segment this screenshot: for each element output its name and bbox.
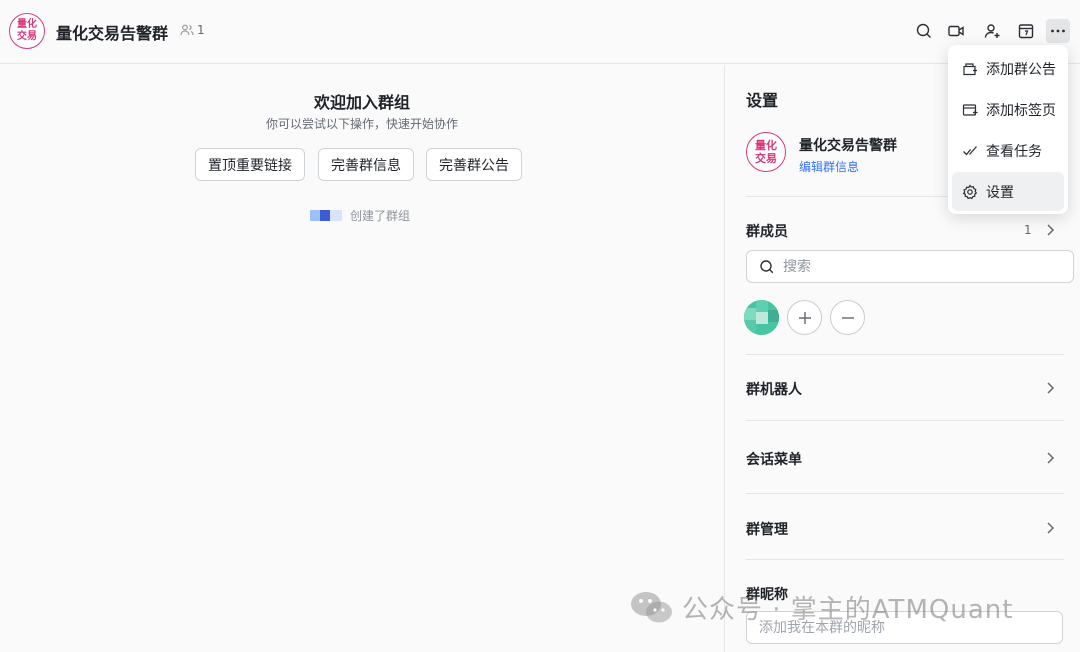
members-count: 1 [1024, 223, 1032, 237]
user-avatar-pixelated[interactable] [310, 210, 342, 221]
menu-settings[interactable]: 设置 [952, 172, 1064, 211]
member-count[interactable]: 1 [180, 23, 205, 37]
system-message: 创建了群组 [310, 207, 410, 224]
add-member-icon [984, 24, 1000, 38]
wechat-icon [631, 591, 672, 622]
settings-group-name: 量化交易告警群 [799, 138, 897, 154]
chat-area: 欢迎加入群组 你可以尝试以下操作，快速开始协作 置顶重要链接 完善群信息 完善群… [0, 65, 724, 652]
welcome-subtitle: 你可以尝试以下操作，快速开始协作 [265, 117, 458, 131]
chevron-right-icon[interactable] [1043, 223, 1057, 237]
complete-info-button[interactable]: 完善群信息 [318, 148, 414, 181]
more-icon [1051, 29, 1065, 33]
member-avatar[interactable] [744, 300, 779, 335]
add-tab-icon [962, 103, 978, 116]
announcement-icon [963, 62, 977, 75]
settings-title: 设置 [746, 91, 779, 110]
menu-view-tasks[interactable]: 查看任务 [952, 131, 1064, 170]
plus-icon [798, 311, 811, 324]
chat-header: 量化交易 量化交易告警群 1 [0, 0, 1080, 64]
bots-row[interactable]: 群机器人 [746, 379, 802, 399]
pin-links-button[interactable]: 置顶重要链接 [195, 148, 305, 181]
more-menu: 添加群公告 添加标签页 查看任务 设置 [948, 45, 1068, 214]
remove-member-circle-button[interactable] [830, 300, 865, 335]
video-icon [948, 25, 964, 37]
add-member-button[interactable] [980, 19, 1004, 43]
members-label[interactable]: 群成员 [746, 221, 788, 241]
welcome-title: 欢迎加入群组 [313, 93, 410, 112]
search-icon [916, 23, 931, 38]
divider [746, 420, 1064, 421]
watermark: 公众号 · 掌主的ATMQuant [630, 589, 1013, 626]
group-avatar[interactable]: 量化交易 [9, 13, 45, 49]
search-icon [760, 259, 774, 273]
session-menu-row[interactable]: 会话菜单 [746, 449, 802, 469]
add-member-circle-button[interactable] [787, 300, 822, 335]
members-icon [180, 24, 194, 36]
member-search-box[interactable] [746, 250, 1074, 283]
divider [746, 354, 1064, 355]
divider [746, 493, 1064, 494]
chevron-right-icon[interactable] [1043, 521, 1057, 535]
minus-icon [841, 316, 854, 319]
divider [746, 559, 1064, 560]
more-button[interactable] [1046, 19, 1070, 43]
settings-group-avatar[interactable]: 量化交易 [746, 132, 786, 172]
chevron-right-icon[interactable] [1043, 381, 1057, 395]
calendar-icon [1018, 24, 1034, 39]
calendar-button[interactable] [1014, 19, 1038, 43]
menu-add-tab[interactable]: 添加标签页 [952, 90, 1064, 129]
chat-title[interactable]: 量化交易告警群 [56, 20, 168, 44]
complete-announcement-button[interactable]: 完善群公告 [426, 148, 522, 181]
video-call-button[interactable] [944, 19, 968, 43]
chevron-right-icon[interactable] [1043, 451, 1057, 465]
menu-add-announcement[interactable]: 添加群公告 [952, 49, 1064, 88]
task-check-icon [963, 145, 977, 155]
member-search-input[interactable] [783, 258, 1043, 275]
search-button[interactable] [912, 19, 936, 43]
gear-icon [962, 183, 978, 199]
group-manage-row[interactable]: 群管理 [746, 519, 788, 539]
edit-group-info-link[interactable]: 编辑群信息 [799, 158, 859, 175]
